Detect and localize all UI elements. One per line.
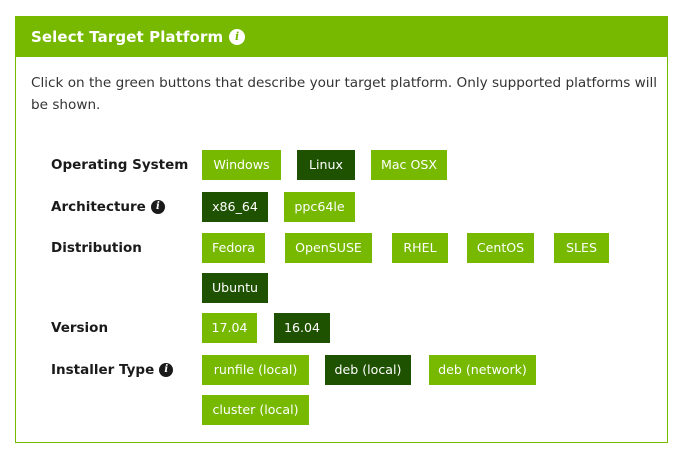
panel-title: Select Target Platform: [31, 28, 224, 46]
distro-option-rhel[interactable]: RHEL: [392, 233, 448, 263]
installer-option-runfile-local[interactable]: runfile (local): [202, 355, 309, 385]
installer-label: Installer Type i: [51, 360, 174, 380]
installer-info-icon[interactable]: i: [159, 363, 174, 377]
installer-label-text: Installer Type: [51, 362, 155, 378]
installer-option-deb-local[interactable]: deb (local): [325, 355, 411, 385]
version-option-17-04[interactable]: 17.04: [202, 313, 257, 343]
distro-label-text: Distribution: [51, 240, 142, 256]
arch-label-text: Architecture: [51, 199, 146, 215]
info-icon[interactable]: i: [229, 29, 246, 45]
os-option-windows[interactable]: Windows: [202, 150, 281, 180]
installer-option-deb-network[interactable]: deb (network): [429, 355, 536, 385]
version-label: Version: [51, 318, 108, 338]
panel-header: Select Target Platform i: [16, 17, 667, 57]
distro-option-sles[interactable]: SLES: [554, 233, 609, 263]
distro-option-ubuntu[interactable]: Ubuntu: [202, 273, 268, 303]
installer-option-cluster-local[interactable]: cluster (local): [202, 395, 309, 425]
distro-option-fedora[interactable]: Fedora: [202, 233, 265, 263]
arch-option-ppc64le[interactable]: ppc64le: [284, 192, 355, 222]
os-option-linux[interactable]: Linux: [297, 150, 355, 180]
distro-option-centos[interactable]: CentOS: [467, 233, 534, 263]
arch-info-icon[interactable]: i: [150, 200, 165, 214]
intro-text: Click on the green buttons that describe…: [31, 75, 658, 113]
version-option-16-04[interactable]: 16.04: [274, 313, 330, 343]
target-platform-panel: Select Target Platform i Click on the gr…: [15, 16, 668, 443]
os-label: Operating System: [51, 155, 188, 175]
distro-label: Distribution: [51, 238, 142, 258]
arch-label: Architecture i: [51, 197, 165, 217]
os-label-text: Operating System: [51, 157, 189, 173]
arch-option-x86-64[interactable]: x86_64: [202, 192, 268, 222]
version-label-text: Version: [51, 320, 109, 336]
os-option-macosx[interactable]: Mac OSX: [371, 150, 447, 180]
distro-option-opensuse[interactable]: OpenSUSE: [285, 233, 372, 263]
